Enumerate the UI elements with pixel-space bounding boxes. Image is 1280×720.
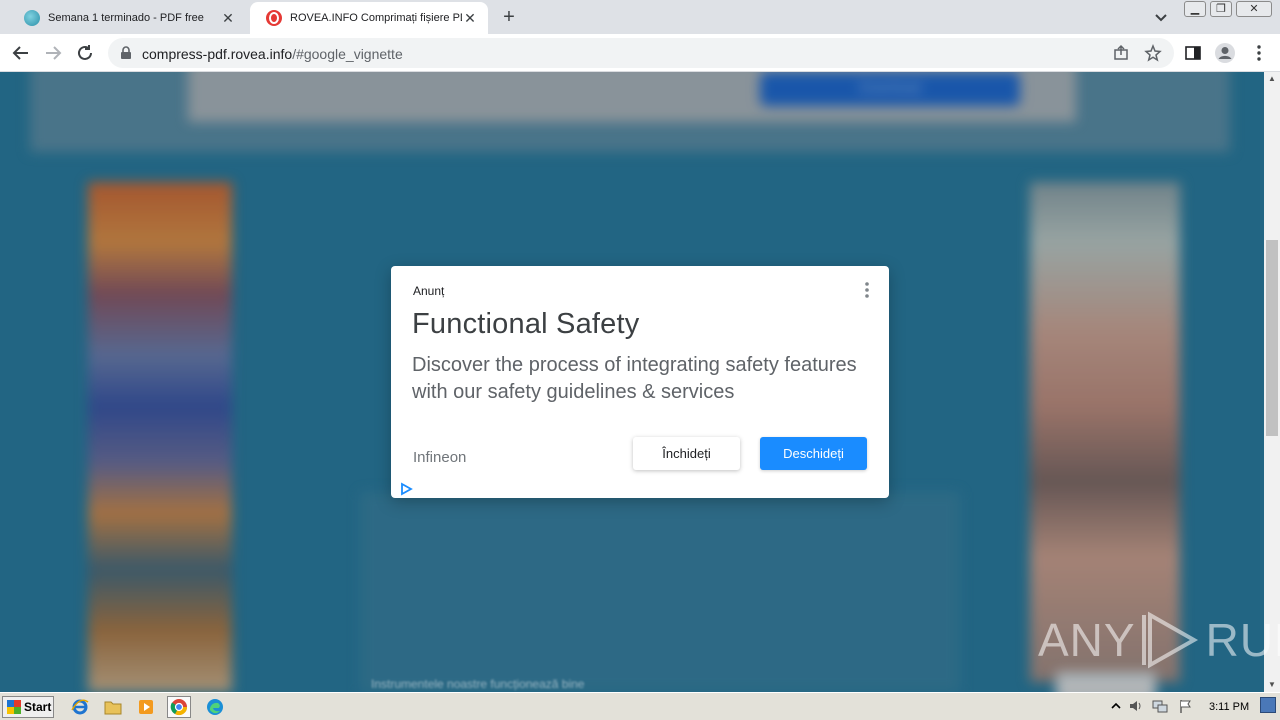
volume-icon[interactable] — [1128, 698, 1144, 714]
start-button[interactable]: Start — [2, 696, 54, 718]
vignette-ad-dialog: Anunț Functional Safety Discover the pro… — [391, 266, 889, 498]
chrome-icon[interactable] — [167, 696, 191, 718]
url-host: compress-pdf.rovea.info — [142, 46, 293, 62]
tab-search-chevron-down-icon[interactable] — [1152, 8, 1170, 26]
action-center-flag-icon[interactable] — [1178, 698, 1194, 714]
close-tab-icon[interactable]: ✕ — [462, 10, 478, 27]
minimize-button[interactable]: ▁ — [1184, 1, 1206, 17]
watermark-left-text: ANY — [1038, 614, 1136, 666]
scroll-up-arrow-icon[interactable]: ▲ — [1264, 72, 1280, 86]
watermark-right-text: RUN — [1205, 614, 1280, 666]
open-ad-button[interactable]: Deschideți — [760, 437, 867, 470]
url-text: compress-pdf.rovea.info/#google_vignette — [142, 46, 403, 62]
anyrun-watermark: ANY RUN — [1038, 608, 1280, 672]
taskbar-clock[interactable]: 3:11 PM — [1209, 701, 1249, 713]
pdffree-favicon-icon — [24, 10, 40, 26]
windows-taskbar: Start 3:11 PM — [0, 692, 1280, 720]
ad-options-icon[interactable] — [861, 280, 873, 300]
reload-icon[interactable] — [72, 40, 98, 66]
scroll-down-arrow-icon[interactable]: ▼ — [1264, 678, 1280, 692]
show-desktop-button[interactable] — [1260, 697, 1276, 713]
close-tab-icon[interactable]: ✕ — [220, 10, 236, 27]
watermark-play-icon — [1141, 611, 1198, 669]
scrollbar-thumb[interactable] — [1266, 240, 1278, 436]
ad-label: Anunț — [413, 284, 445, 298]
side-panel-icon[interactable] — [1182, 42, 1204, 64]
page-scrollbar[interactable]: ▲ ▼ — [1264, 72, 1280, 692]
bookmark-star-icon[interactable] — [1144, 43, 1162, 62]
tray-expand-icon[interactable] — [1108, 698, 1124, 714]
ie-icon[interactable] — [68, 696, 92, 718]
edge-icon[interactable] — [203, 696, 227, 718]
tab-title: Semana 1 terminado - PDF free — [48, 12, 204, 24]
address-bar[interactable]: compress-pdf.rovea.info/#google_vignette — [108, 38, 1174, 68]
explorer-icon[interactable] — [101, 696, 125, 718]
new-tab-button[interactable]: + — [498, 6, 520, 28]
rovea-favicon-icon — [266, 10, 282, 26]
url-path: /#google_vignette — [292, 46, 403, 62]
media-player-icon[interactable] — [134, 696, 158, 718]
tab-strip: Semana 1 terminado - PDF free ✕ ROVEA.IN… — [0, 0, 1280, 34]
tab-semana[interactable]: Semana 1 terminado - PDF free ✕ — [8, 2, 246, 34]
window-close-button[interactable]: ✕ — [1236, 1, 1272, 17]
start-label: Start — [24, 700, 52, 714]
lock-icon[interactable] — [120, 46, 132, 65]
browser-toolbar: compress-pdf.rovea.info/#google_vignette — [0, 34, 1280, 72]
tab-title: ROVEA.INFO Comprimați fișiere PDF — [290, 12, 462, 24]
ad-description[interactable]: Discover the process of integrating safe… — [412, 352, 882, 406]
adchoices-icon[interactable] — [399, 482, 413, 501]
back-arrow-icon[interactable] — [8, 40, 34, 66]
close-ad-button[interactable]: Închideți — [633, 437, 740, 470]
maximize-button[interactable]: ❐ — [1210, 1, 1232, 17]
ad-advertiser[interactable]: Infineon — [413, 449, 466, 466]
windows-logo-icon — [7, 700, 21, 714]
blurred-page-text: Instrumentele noastre funcționează bine — [371, 677, 585, 691]
share-icon[interactable] — [1112, 44, 1130, 62]
network-icon[interactable] — [1152, 698, 1168, 714]
forward-arrow-icon[interactable] — [40, 40, 66, 66]
profile-avatar-icon[interactable] — [1214, 42, 1236, 64]
ad-title[interactable]: Functional Safety — [412, 308, 639, 341]
kebab-menu-icon[interactable] — [1248, 42, 1270, 64]
tab-rovea[interactable]: ROVEA.INFO Comprimați fișiere PDF ✕ — [250, 2, 488, 34]
